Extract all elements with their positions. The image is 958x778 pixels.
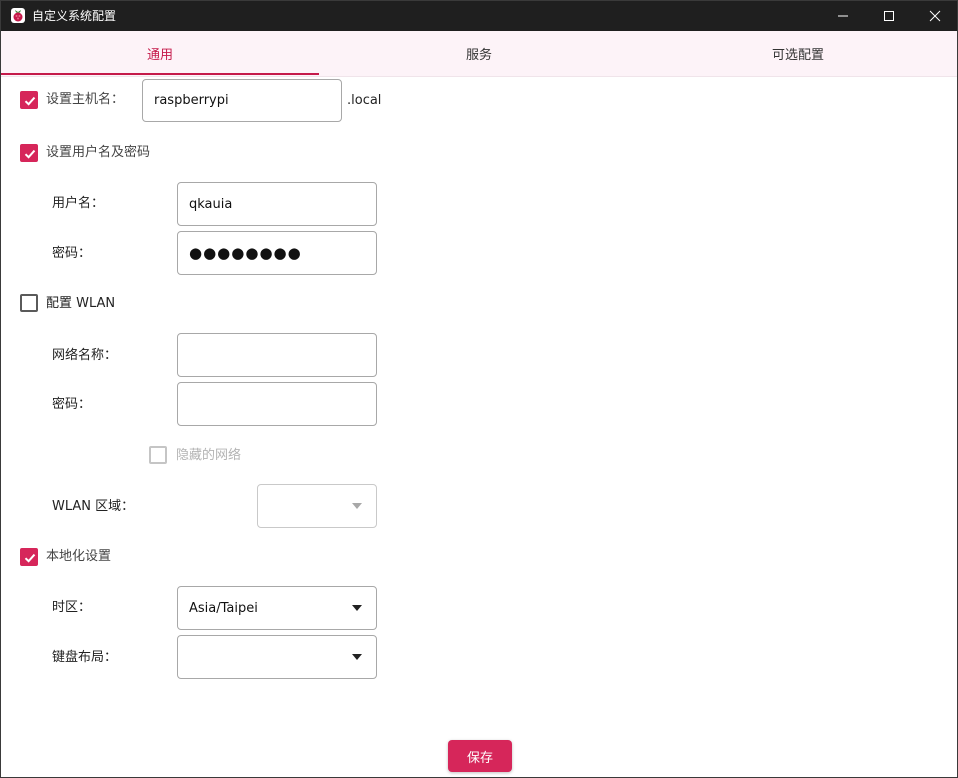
password-label: 密码： — [52, 246, 92, 261]
hostname-label: 设置主机名： — [46, 92, 125, 107]
tab-options[interactable]: 可选配置 — [639, 31, 957, 76]
hidden-network-label: 隐藏的网络 — [176, 448, 242, 463]
keyboard-select[interactable] — [177, 635, 377, 679]
title-bar: 自定义系统配置 — [1, 1, 957, 31]
maximize-icon — [884, 11, 894, 21]
checkmark-icon — [24, 149, 36, 159]
checkmark-icon — [24, 96, 36, 106]
window-title: 自定义系统配置 — [32, 9, 117, 23]
ssid-label: 网络名称： — [52, 348, 118, 363]
checkmark-icon — [24, 553, 36, 563]
close-button[interactable] — [912, 1, 957, 31]
timezone-select[interactable]: Asia/Taipei — [177, 586, 377, 630]
minimize-button[interactable] — [820, 1, 866, 31]
hostname-value: raspberrypi — [154, 93, 229, 108]
chevron-down-icon — [352, 605, 362, 611]
maximize-button[interactable] — [866, 1, 912, 31]
tab-services[interactable]: 服务 — [320, 31, 638, 76]
timezone-value: Asia/Taipei — [189, 600, 258, 616]
save-button[interactable]: 保存 — [448, 740, 512, 772]
wlan-country-label: WLAN 区域： — [52, 499, 135, 514]
tab-general[interactable]: 通用 — [1, 31, 319, 76]
wlan-password-input[interactable] — [177, 382, 377, 426]
hostname-suffix: .local — [347, 93, 382, 108]
username-input[interactable]: qkauia — [177, 182, 377, 226]
password-input[interactable]: ●●●●●●●● — [177, 231, 377, 275]
tab-bar: 通用 服务 可选配置 — [1, 31, 957, 77]
close-icon — [929, 10, 941, 22]
wlan-password-label: 密码： — [52, 397, 92, 412]
locale-checkbox[interactable] — [20, 548, 38, 566]
chevron-down-icon — [352, 654, 362, 660]
ssid-input[interactable] — [177, 333, 377, 377]
wlan-country-select[interactable] — [257, 484, 377, 528]
customization-window: 自定义系统配置 通用 服务 可选配置 设置主机名： raspberrypi .l… — [0, 0, 958, 778]
minimize-icon — [838, 15, 848, 17]
wlan-checkbox[interactable] — [20, 294, 38, 312]
hostname-input[interactable]: raspberrypi — [142, 79, 342, 122]
locale-section-label: 本地化设置 — [46, 549, 112, 564]
keyboard-label: 键盘布局： — [52, 650, 118, 665]
hidden-network-checkbox[interactable] — [149, 446, 167, 464]
user-checkbox[interactable] — [20, 144, 38, 162]
password-value: ●●●●●●●● — [189, 244, 302, 262]
wlan-section-label: 配置 WLAN — [46, 296, 116, 311]
username-value: qkauia — [189, 196, 233, 212]
raspberry-icon — [11, 8, 25, 23]
timezone-label: 时区： — [52, 600, 92, 615]
username-label: 用户名： — [52, 196, 105, 211]
hostname-checkbox[interactable] — [20, 91, 38, 109]
user-section-label: 设置用户名及密码 — [46, 145, 151, 160]
chevron-down-icon — [352, 503, 362, 509]
active-tab-indicator — [1, 73, 319, 75]
